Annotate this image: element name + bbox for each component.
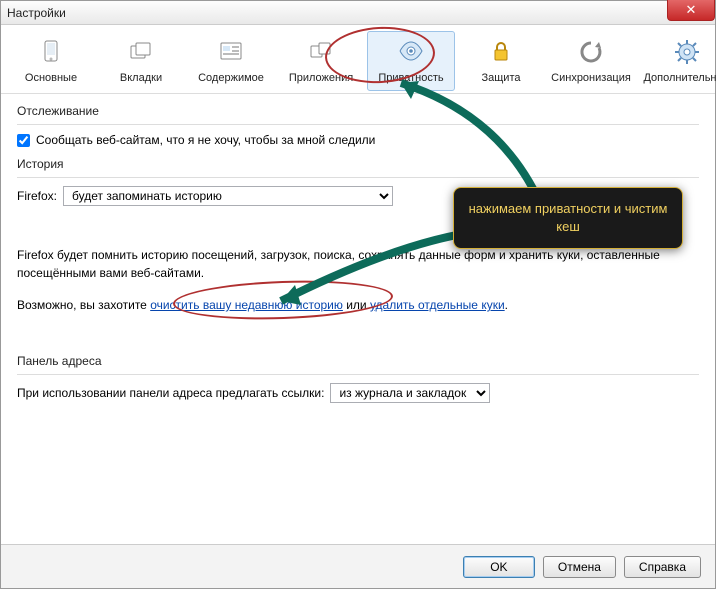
addressbar-suggest-select[interactable]: из журнала и закладок	[330, 383, 490, 403]
settings-window: Настройки ✕ Основные Вкладки Содержимое	[0, 0, 716, 589]
tab-advanced[interactable]: Дополнительные	[637, 31, 716, 91]
content-icon	[215, 36, 247, 68]
section-title: Панель адреса	[17, 354, 699, 368]
sync-icon	[575, 36, 607, 68]
ok-button[interactable]: OK	[463, 556, 535, 578]
tab-sync[interactable]: Синхронизация	[547, 31, 635, 91]
titlebar: Настройки ✕	[1, 1, 715, 25]
tab-label: Содержимое	[190, 72, 272, 84]
help-button[interactable]: Справка	[624, 556, 701, 578]
dnt-label[interactable]: Сообщать веб-сайтам, что я не хочу, чтоб…	[36, 133, 375, 147]
window-title: Настройки	[7, 6, 66, 20]
section-title: Отслеживание	[17, 104, 699, 118]
history-desc-text: Firefox будет помнить историю посещений,…	[17, 246, 699, 282]
tab-label: Синхронизация	[550, 72, 632, 84]
tab-general[interactable]: Основные	[7, 31, 95, 91]
tab-label: Основные	[10, 72, 92, 84]
section-title: История	[17, 157, 699, 171]
history-field-label: Firefox:	[17, 189, 57, 203]
tab-security[interactable]: Защита	[457, 31, 545, 91]
tab-label: Вкладки	[100, 72, 182, 84]
lock-icon	[485, 36, 517, 68]
tracking-section: Отслеживание Сообщать веб-сайтам, что я …	[17, 104, 699, 147]
button-bar: OK Отмена Справка	[1, 544, 715, 588]
annotation-text: нажимаем приватности и чистим кеш	[469, 201, 668, 234]
gear-icon	[671, 36, 703, 68]
close-icon: ✕	[686, 2, 697, 18]
tabs-icon	[125, 36, 157, 68]
text: Возможно, вы захотите	[17, 298, 150, 312]
divider	[17, 374, 699, 375]
divider	[17, 124, 699, 125]
content-area: Отслеживание Сообщать веб-сайтам, что я …	[1, 94, 715, 421]
general-icon	[35, 36, 67, 68]
close-button[interactable]: ✕	[667, 0, 715, 21]
tab-content[interactable]: Содержимое	[187, 31, 275, 91]
tab-tabs[interactable]: Вкладки	[97, 31, 185, 91]
cancel-button[interactable]: Отмена	[543, 556, 616, 578]
annotation-callout: нажимаем приватности и чистим кеш	[453, 187, 683, 249]
addressbar-section: Панель адреса При использовании панели а…	[17, 354, 699, 403]
dnt-checkbox[interactable]	[17, 134, 30, 147]
tab-label: Защита	[460, 72, 542, 84]
tab-label: Дополнительные	[640, 72, 716, 84]
divider	[17, 177, 699, 178]
text: .	[505, 298, 508, 312]
history-mode-select[interactable]: будет запоминать историю	[63, 186, 393, 206]
addressbar-label: При использовании панели адреса предлага…	[17, 386, 324, 400]
